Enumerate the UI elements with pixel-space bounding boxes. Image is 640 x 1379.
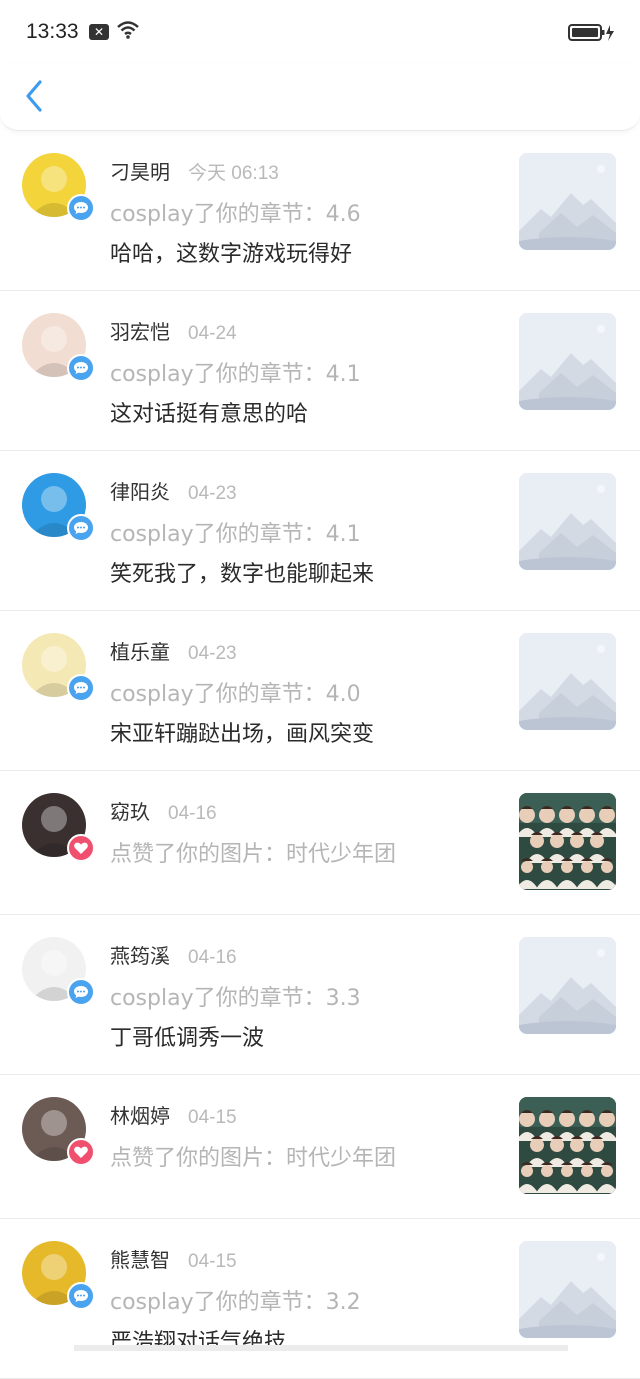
user-name-row: 窈玖 04-16: [110, 796, 217, 825]
user-name[interactable]: 燕筠溪: [110, 944, 170, 968]
back-button[interactable]: [20, 76, 50, 116]
heart-badge-icon: [67, 1138, 95, 1166]
user-name-row: 羽宏恺 04-24: [110, 316, 237, 345]
notification-item[interactable]: 熊慧智 04-15 cosplay了你的章节：3.2 严浩翔对话气绝技: [0, 1219, 640, 1379]
user-name[interactable]: 窈玖: [110, 800, 150, 824]
timestamp: 04-15: [188, 1107, 237, 1128]
wifi-icon: [117, 21, 139, 39]
user-name[interactable]: 刁昊明: [110, 160, 170, 184]
home-indicator: [74, 1345, 568, 1351]
status-time: 13:33: [26, 20, 79, 43]
notification-x-icon: ✕: [89, 24, 109, 40]
image-placeholder-thumbnail[interactable]: [519, 633, 616, 730]
chevron-left-icon: [26, 80, 42, 112]
action-text: 点赞了你的图片：时代少年团: [110, 842, 397, 867]
comment-badge-icon: [67, 674, 95, 702]
photo-thumbnail[interactable]: [519, 1097, 616, 1194]
comment-badge-icon: [67, 354, 95, 382]
timestamp: 04-23: [188, 643, 237, 664]
timestamp: 04-23: [188, 483, 237, 504]
battery-icon: [568, 24, 614, 41]
user-name[interactable]: 植乐童: [110, 640, 170, 664]
comment-text: 严浩翔对话气绝技: [110, 1330, 287, 1355]
action-text: cosplay了你的章节：3.3: [110, 986, 361, 1011]
timestamp: 04-24: [188, 323, 237, 344]
notification-item[interactable]: 燕筠溪 04-16 cosplay了你的章节：3.3 丁哥低调秀一波: [0, 915, 640, 1075]
user-name-row: 刁昊明 今天 06:13: [110, 156, 279, 185]
user-name[interactable]: 律阳炎: [110, 480, 170, 504]
notification-item[interactable]: 羽宏恺 04-24 cosplay了你的章节：4.1 这对话挺有意思的哈: [0, 291, 640, 451]
action-text: 点赞了你的图片：时代少年团: [110, 1146, 397, 1171]
image-placeholder-thumbnail[interactable]: [519, 1241, 616, 1338]
user-name[interactable]: 林烟婷: [110, 1104, 170, 1128]
comment-text: 哈哈，这数字游戏玩得好: [110, 242, 353, 267]
action-text: cosplay了你的章节：3.2: [110, 1290, 361, 1315]
comment-badge-icon: [67, 978, 95, 1006]
user-name[interactable]: 熊慧智: [110, 1248, 170, 1272]
photo-thumbnail[interactable]: [519, 793, 616, 890]
comment-badge-icon: [67, 194, 95, 222]
comment-text: 丁哥低调秀一波: [110, 1026, 265, 1051]
image-placeholder-thumbnail[interactable]: [519, 473, 616, 570]
image-placeholder-thumbnail[interactable]: [519, 313, 616, 410]
timestamp: 今天 06:13: [188, 163, 279, 184]
notification-list: 刁昊明 今天 06:13 cosplay了你的章节：4.6 哈哈，这数字游戏玩得好 羽宏…: [0, 131, 640, 1379]
action-text: cosplay了你的章节：4.1: [110, 522, 361, 547]
user-name-row: 植乐童 04-23: [110, 636, 237, 665]
comment-text: 宋亚轩蹦跶出场，画风突变: [110, 722, 375, 747]
notification-item[interactable]: 律阳炎 04-23 cosplay了你的章节：4.1 笑死我了，数字也能聊起来: [0, 451, 640, 611]
notification-item[interactable]: 刁昊明 今天 06:13 cosplay了你的章节：4.6 哈哈，这数字游戏玩得好: [0, 131, 640, 291]
notification-item[interactable]: 窈玖 04-16 点赞了你的图片：时代少年团: [0, 771, 640, 915]
user-name-row: 熊慧智 04-15: [110, 1244, 237, 1273]
nav-bar: [0, 64, 640, 131]
timestamp: 04-16: [168, 803, 217, 824]
image-placeholder-thumbnail[interactable]: [519, 937, 616, 1034]
user-name[interactable]: 羽宏恺: [110, 320, 170, 344]
user-name-row: 律阳炎 04-23: [110, 476, 237, 505]
comment-text: 笑死我了，数字也能聊起来: [110, 562, 375, 587]
comment-badge-icon: [67, 1282, 95, 1310]
user-name-row: 燕筠溪 04-16: [110, 940, 237, 969]
comment-badge-icon: [67, 514, 95, 542]
timestamp: 04-15: [188, 1251, 237, 1272]
action-text: cosplay了你的章节：4.1: [110, 362, 361, 387]
status-bar: 13:33 ✕: [0, 0, 640, 64]
image-placeholder-thumbnail[interactable]: [519, 153, 616, 250]
comment-text: 这对话挺有意思的哈: [110, 402, 309, 427]
user-name-row: 林烟婷 04-15: [110, 1100, 237, 1129]
action-text: cosplay了你的章节：4.6: [110, 202, 361, 227]
action-text: cosplay了你的章节：4.0: [110, 682, 361, 707]
heart-badge-icon: [67, 834, 95, 862]
notification-item[interactable]: 植乐童 04-23 cosplay了你的章节：4.0 宋亚轩蹦跶出场，画风突变: [0, 611, 640, 771]
notification-item[interactable]: 林烟婷 04-15 点赞了你的图片：时代少年团: [0, 1075, 640, 1219]
timestamp: 04-16: [188, 947, 237, 968]
